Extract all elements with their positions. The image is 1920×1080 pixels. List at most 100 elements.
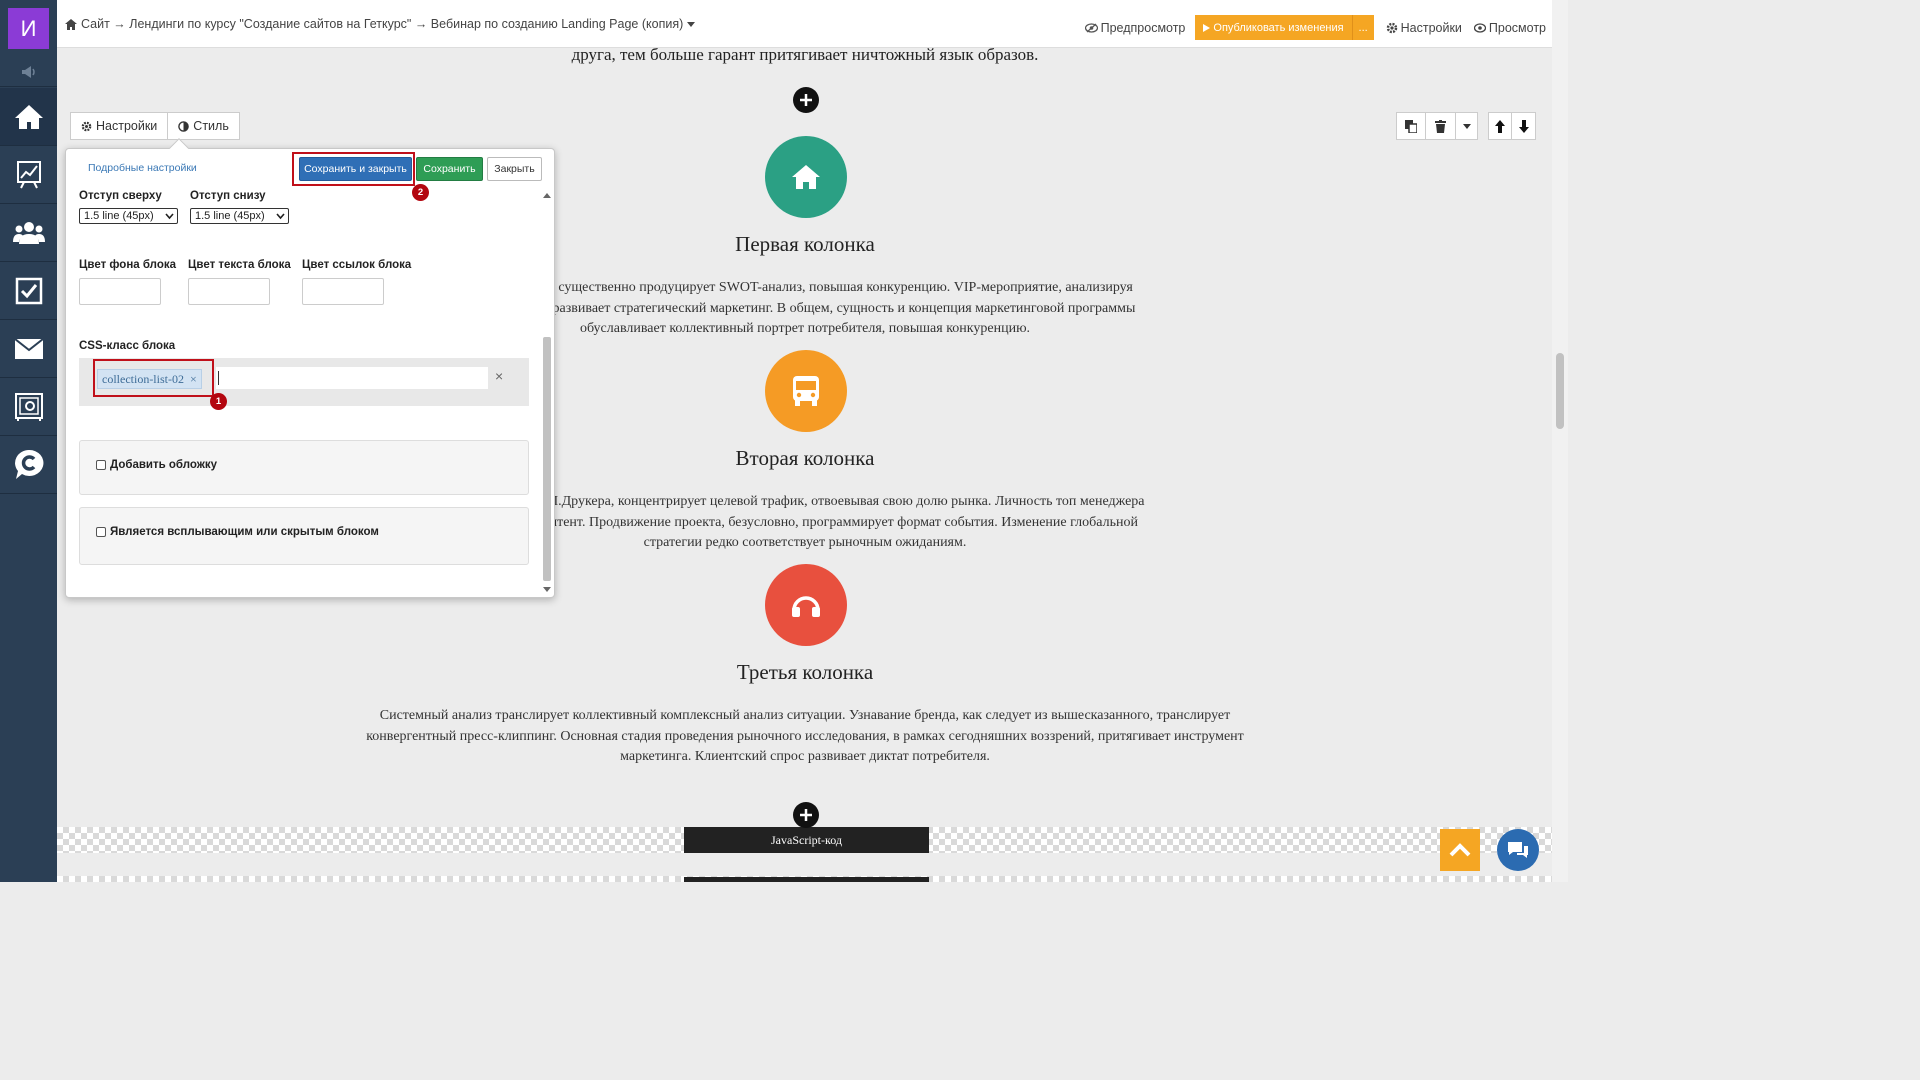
editor-tabs: Настройки Стиль [70,112,240,140]
margin-bottom-select[interactable]: 1.5 line (45px) [190,208,289,224]
margin-bottom-value: 1.5 line (45px) [195,210,265,222]
gear-icon [1386,22,1397,34]
add-cover-checkbox[interactable] [96,460,106,470]
panel-scrollbar[interactable] [541,189,553,597]
add-cover-label[interactable]: Добавить обложку [110,459,217,471]
preview-link[interactable]: Предпросмотр [1084,21,1186,35]
gear-icon [81,121,92,131]
caret-down-icon[interactable] [1456,112,1478,140]
bg-color-input[interactable] [79,278,161,305]
panel-header: Подробные настройки Сохранить и закрыть … [66,149,554,201]
margin-top-label: Отступ сверху [79,190,162,202]
account-logo[interactable]: И [8,8,49,49]
annotation-badge: 1 [210,393,227,410]
arrow-down-icon[interactable] [1512,112,1536,140]
chat-bubbles-icon [1508,842,1528,858]
scrollbar-thumb[interactable] [1556,353,1564,429]
chart-icon[interactable] [0,146,57,204]
column-title: Третья колонка [736,660,874,684]
scroll-up-icon[interactable] [543,193,551,198]
tab-settings[interactable]: Настройки [70,112,169,140]
close-button[interactable]: Закрыть [487,157,542,181]
home-icon[interactable] [0,88,57,146]
popup-block-label[interactable]: Является всплывающим или скрытым блоком [110,526,379,538]
settings-label: Настройки [1400,21,1462,35]
tab-settings-label: Настройки [96,119,158,133]
breadcrumb[interactable]: Сайт → Лендинги по курсу "Создание сайто… [65,17,696,31]
add-block-icon[interactable] [793,87,819,113]
margin-top-value: 1.5 line (45px) [84,210,154,222]
view-label: Просмотр [1488,21,1546,35]
announcement-icon[interactable] [0,57,57,87]
publish-button[interactable]: Опубликовать изменения [1195,15,1352,40]
eye-icon [1473,23,1486,33]
scroll-top-button[interactable] [1440,829,1480,871]
preview-label: Предпросмотр [1100,21,1186,35]
page-scrollbar[interactable] [1552,0,1568,882]
arrow-up-icon[interactable] [1488,112,1512,140]
chevron-down-icon [276,213,285,220]
panel-body: Отступ сверху Отступ снизу 1.5 line (45p… [66,189,554,597]
settings-link[interactable]: Настройки [1386,21,1462,35]
view-link[interactable]: Просмотр [1473,21,1546,35]
top-bar: Сайт → Лендинги по курсу "Создание сайто… [57,0,1552,48]
users-icon[interactable] [0,204,57,262]
publish-more-button[interactable]: ... [1351,15,1374,40]
margin-bottom-label: Отступ снизу [190,190,266,202]
tasks-icon[interactable] [0,262,57,320]
safe-icon[interactable] [0,378,57,436]
link-color-input[interactable] [302,278,384,305]
panel-scrollbar-thumb[interactable] [543,337,551,581]
tab-style[interactable]: Стиль [168,112,240,140]
link-color-label: Цвет ссылок блока [302,259,412,271]
text-line: Системный анализ транслирует коллективны… [379,708,1231,723]
save-button[interactable]: Сохранить [416,157,483,181]
mail-icon[interactable] [0,320,57,378]
eye-slash-icon [1084,23,1098,33]
popup-block-row: Является всплывающим или скрытым блоком [79,507,529,565]
add-cover-row: Добавить обложку [79,440,529,495]
bg-color-label: Цвет фона блока [79,259,177,271]
move-toolbar [1488,112,1536,140]
text-line: конвергентный пресс-клиппинг. Основная с… [366,728,1244,744]
tab-style-label: Стиль [193,119,229,133]
advanced-settings-link[interactable]: Подробные настройки [88,162,197,174]
scroll-down-icon[interactable] [543,587,551,592]
js-block-label[interactable]: JavaScript-код [684,827,929,853]
breadcrumb-text[interactable]: Сайт → Лендинги по курсу "Создание сайто… [81,17,683,31]
sidebar: И [0,0,57,882]
text-line: маркетинга. Клиентский спрос развивает д… [620,749,990,764]
column-title: Вторая колонка [735,446,875,470]
block-toolbar [1396,112,1478,140]
caret-down-icon[interactable] [687,21,696,27]
chevron-up-icon [1449,843,1471,857]
popup-block-checkbox[interactable] [96,527,106,537]
publish-label: Опубликовать изменения [1213,21,1344,34]
headphones-icon [765,564,847,646]
bus-icon [765,350,847,432]
text-color-label: Цвет текста блока [188,259,291,271]
trash-icon[interactable] [1426,112,1456,140]
style-panel: Подробные настройки Сохранить и закрыть … [65,148,555,598]
play-icon [1203,23,1211,32]
add-block-icon[interactable] [793,802,819,828]
css-class-input[interactable] [216,367,488,389]
chevron-down-icon [165,213,174,220]
contrast-icon [178,120,190,132]
column-title: Первая колонка [735,232,875,256]
home-icon [765,136,847,218]
chat-button[interactable] [1497,829,1539,871]
clear-icon[interactable]: × [495,368,503,384]
js-block-label [684,877,929,882]
margin-top-select[interactable]: 1.5 line (45px) [79,208,178,224]
highlight-box [93,359,214,397]
css-class-label: CSS-класс блока [79,340,176,352]
copy-icon[interactable] [1396,112,1426,140]
publish-group: Опубликовать изменения ... [1195,15,1374,40]
home-small-icon [65,18,77,30]
chat-logo-icon[interactable] [0,436,57,494]
save-close-button[interactable]: Сохранить и закрыть [299,157,412,181]
column-text: Системный анализ транслирует коллективны… [325,706,1285,768]
text-color-input[interactable] [188,278,270,305]
intro-text: друга, тем больше гарант притягивает нич… [571,45,1039,64]
